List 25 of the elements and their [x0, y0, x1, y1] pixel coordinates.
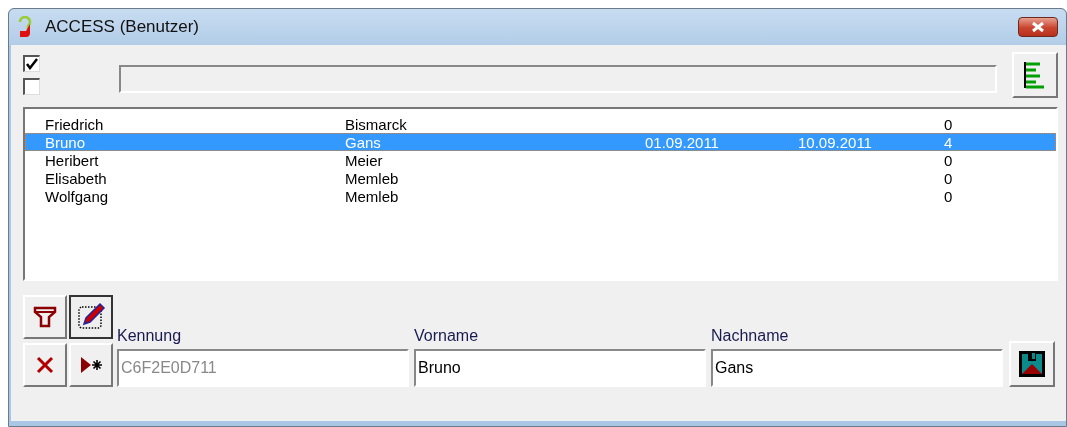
- pencil-icon: [76, 302, 106, 332]
- filter-icon: [32, 305, 58, 329]
- list-row[interactable]: Friedrich Bismarck 0: [25, 115, 1056, 133]
- close-icon: [1030, 21, 1046, 33]
- new-record-button[interactable]: [69, 343, 113, 387]
- field-label: Kennung: [117, 327, 183, 345]
- field-label: Vorname: [414, 327, 480, 345]
- input-field[interactable]: Gans: [711, 349, 1003, 387]
- list-row[interactable]: Elisabeth Memleb 0: [25, 169, 1056, 187]
- window-title: ACCESS (Benutzer): [45, 17, 200, 37]
- list-icon: [1023, 61, 1047, 89]
- field-label: Nachname: [711, 327, 790, 345]
- list-row[interactable]: Wolfgang Memleb 0: [25, 187, 1056, 205]
- checkbox[interactable]: [23, 55, 40, 72]
- filter-button[interactable]: [23, 295, 67, 339]
- save-button[interactable]: [1009, 341, 1055, 387]
- list-view-button[interactable]: [1012, 52, 1058, 98]
- delete-icon: [34, 354, 56, 376]
- list-row[interactable]: Heribert Meier 0: [25, 151, 1056, 169]
- input-field[interactable]: Bruno: [414, 349, 706, 387]
- edit-button[interactable]: [69, 295, 113, 339]
- delete-button[interactable]: [23, 343, 67, 387]
- checkbox[interactable]: [23, 78, 40, 95]
- new-record-icon: [78, 354, 104, 376]
- close-button[interactable]: [1018, 17, 1058, 37]
